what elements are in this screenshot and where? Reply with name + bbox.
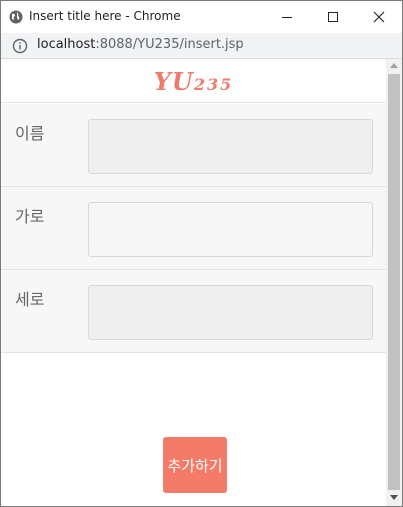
url-text[interactable]: localhost:8088/YU235/insert.jsp	[37, 37, 244, 52]
brand-logo-main: YU	[153, 67, 194, 96]
address-bar[interactable]: localhost:8088/YU235/insert.jsp	[1, 33, 402, 59]
brand-header: YU235	[1, 59, 386, 103]
field-label-name: 이름	[15, 124, 45, 143]
form-row-width: 가로	[1, 187, 386, 270]
add-button[interactable]: 추가하기	[163, 437, 227, 493]
form-row-name: 이름	[1, 104, 386, 187]
scroll-thumb[interactable]	[388, 74, 400, 490]
browser-window: Insert title here - Chrome localhost:808…	[0, 0, 403, 507]
minimize-button[interactable]	[264, 1, 310, 33]
vertical-scrollbar[interactable]	[386, 59, 402, 506]
url-path: :8088/YU235/insert.jsp	[95, 37, 244, 52]
brand-logo: YU235	[154, 67, 233, 96]
field-label-height: 세로	[15, 290, 45, 309]
maximize-button[interactable]	[310, 1, 356, 33]
url-host: localhost	[37, 37, 96, 52]
brand-logo-num: 235	[193, 75, 234, 94]
field-label-width: 가로	[15, 207, 45, 226]
scroll-up-arrow-icon[interactable]	[390, 63, 398, 68]
close-icon	[373, 11, 385, 23]
minimize-icon	[282, 17, 292, 18]
close-button[interactable]	[356, 1, 402, 33]
info-icon[interactable]	[12, 38, 28, 54]
scroll-down-arrow-icon[interactable]	[390, 495, 398, 500]
height-input[interactable]	[88, 285, 373, 340]
maximize-icon	[328, 12, 338, 22]
page-content: YU235 이름 가로 세로 추가하기	[1, 59, 386, 506]
globe-icon	[9, 10, 23, 24]
width-input[interactable]	[88, 202, 373, 257]
window-title: Insert title here - Chrome	[29, 9, 181, 23]
name-input[interactable]	[88, 119, 373, 174]
title-bar: Insert title here - Chrome	[1, 1, 402, 33]
form-row-height: 세로	[1, 270, 386, 353]
